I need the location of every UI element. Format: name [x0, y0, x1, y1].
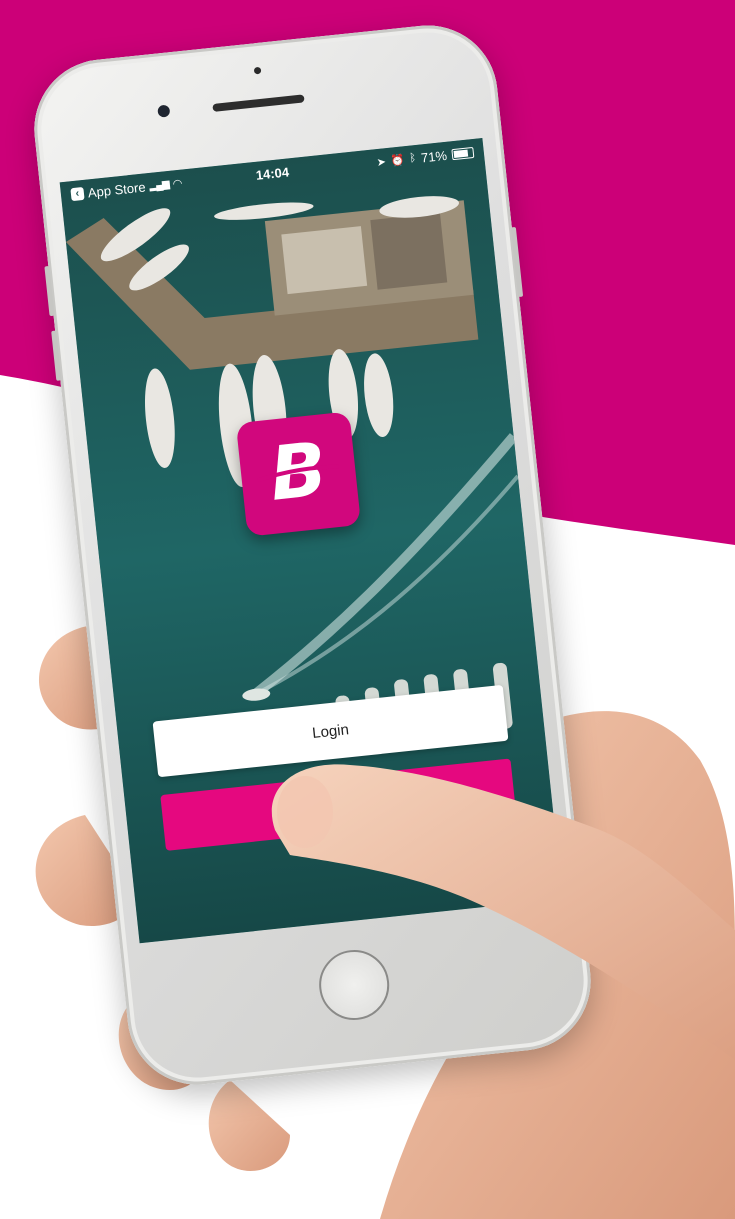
- thumb: [271, 764, 735, 1060]
